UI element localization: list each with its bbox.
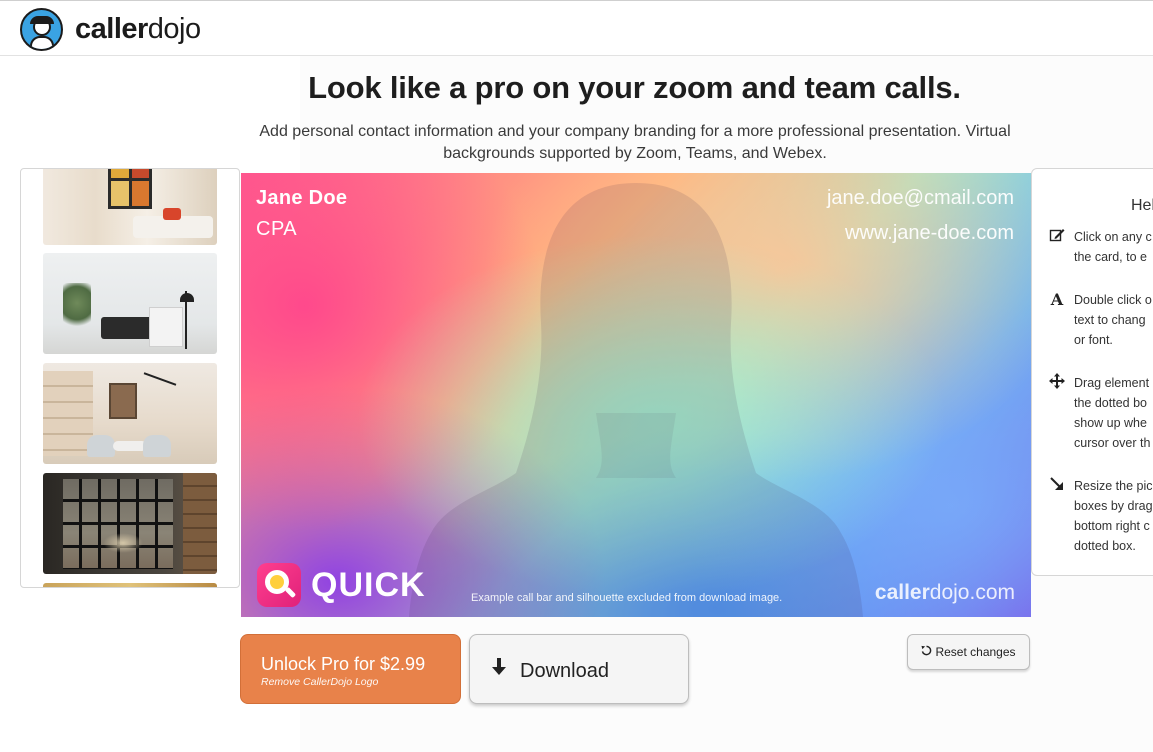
background-thumbnail[interactable] — [43, 583, 217, 587]
card-email[interactable]: jane.doe@cmail.com — [827, 187, 1014, 210]
page-subtitle: Add personal contact information and you… — [259, 123, 1011, 162]
background-preview-canvas[interactable]: Jane Doe CPA jane.doe@cmail.com www.jane… — [241, 173, 1031, 617]
background-thumbnail-list[interactable] — [20, 168, 240, 588]
company-logo[interactable]: QUICK — [257, 563, 426, 607]
background-thumbnail[interactable] — [43, 253, 217, 354]
reset-changes-button[interactable]: Reset changes — [907, 634, 1030, 670]
reset-changes-label: Reset changes — [935, 645, 1016, 659]
unlock-pro-button[interactable]: Unlock Pro for $2.99 Remove CallerDojo L… — [240, 634, 461, 704]
call-bar-note: Example call bar and silhouette excluded… — [471, 592, 783, 604]
help-title: Hel — [1131, 197, 1153, 214]
help-item-edit: Click on any c the card, to e — [1046, 227, 1153, 267]
help-panel: Hel Click on any c the card, to e A Doubl… — [1031, 168, 1153, 576]
resize-icon — [1046, 476, 1068, 556]
help-item-move: Drag element the dotted bo show up whe curs… — [1046, 373, 1153, 453]
card-name[interactable]: Jane Doe — [256, 187, 347, 210]
background-thumbnail[interactable] — [43, 169, 217, 245]
undo-icon — [921, 645, 932, 659]
background-thumbnail[interactable] — [43, 473, 217, 574]
card-website[interactable]: www.jane-doe.com — [845, 222, 1014, 245]
card-job-title[interactable]: CPA — [256, 218, 297, 241]
callerdojo-watermark: callerdojo.com — [874, 581, 1015, 604]
font-icon: A — [1050, 290, 1064, 309]
download-label: Download — [520, 660, 609, 682]
move-icon — [1046, 373, 1068, 453]
edit-icon — [1046, 227, 1068, 267]
help-item-resize: Resize the pic boxes by drag bottom right … — [1046, 476, 1153, 556]
arrow-down-icon — [490, 657, 508, 683]
download-button[interactable]: Download — [469, 634, 689, 704]
unlock-pro-label: Unlock Pro for $2.99 — [261, 654, 426, 674]
top-navbar: callerdojo — [0, 0, 1153, 56]
callerdojo-logo[interactable]: callerdojo — [20, 8, 201, 51]
help-item-font: A Double click o text to chang or font. — [1046, 290, 1153, 350]
background-thumbnail[interactable] — [43, 363, 217, 464]
magnifier-logo-icon — [257, 563, 301, 607]
unlock-pro-sublabel: Remove CallerDojo Logo — [261, 676, 379, 688]
logo-wordmark: callerdojo — [75, 13, 201, 45]
page-title: Look like a pro on your zoom and team ca… — [308, 70, 961, 105]
company-logo-text: QUICK — [311, 565, 426, 604]
callerdojo-mascot-icon — [20, 8, 63, 51]
